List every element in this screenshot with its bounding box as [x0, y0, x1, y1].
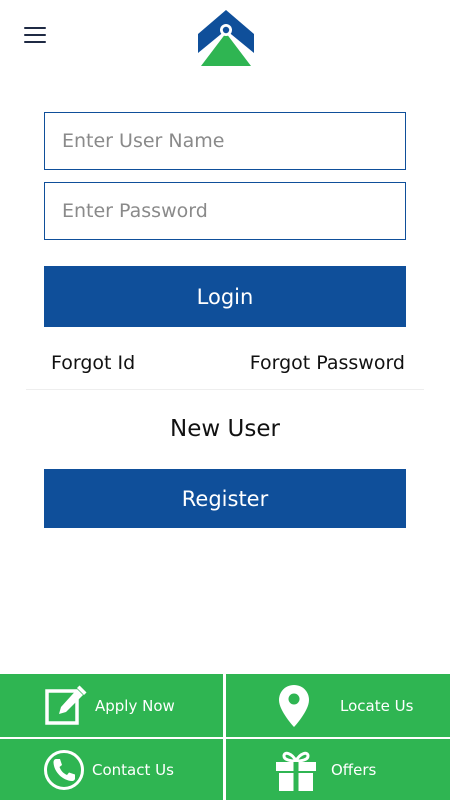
menu-button[interactable] [24, 27, 46, 45]
divider [26, 389, 424, 390]
gift-icon [274, 748, 318, 792]
login-button[interactable]: Login [44, 266, 406, 327]
apply-now-label: Apply Now [95, 696, 175, 715]
apply-now-tile[interactable]: Apply Now [0, 674, 223, 737]
bottom-nav: Apply Now Locate Us Contact Us Offers [0, 674, 450, 800]
contact-us-label: Contact Us [92, 760, 174, 779]
offers-tile[interactable]: Offers [226, 739, 450, 800]
edit-icon [44, 684, 88, 728]
forgot-id-link[interactable]: Forgot Id [51, 352, 135, 374]
new-user-heading: New User [170, 416, 280, 442]
locate-us-tile[interactable]: Locate Us [226, 674, 450, 737]
hamburger-menu-icon-line [24, 34, 46, 36]
locate-us-label: Locate Us [340, 696, 414, 715]
password-input[interactable] [44, 182, 406, 240]
hamburger-menu-icon [24, 27, 46, 29]
brand-logo-icon [198, 10, 254, 66]
phone-icon [43, 749, 85, 791]
contact-us-tile[interactable]: Contact Us [0, 739, 223, 800]
forgot-password-link[interactable]: Forgot Password [250, 352, 405, 374]
location-pin-icon [278, 684, 310, 728]
offers-label: Offers [331, 760, 377, 779]
register-button[interactable]: Register [44, 469, 406, 528]
username-input[interactable] [44, 112, 406, 170]
hamburger-menu-icon-line [24, 41, 46, 43]
